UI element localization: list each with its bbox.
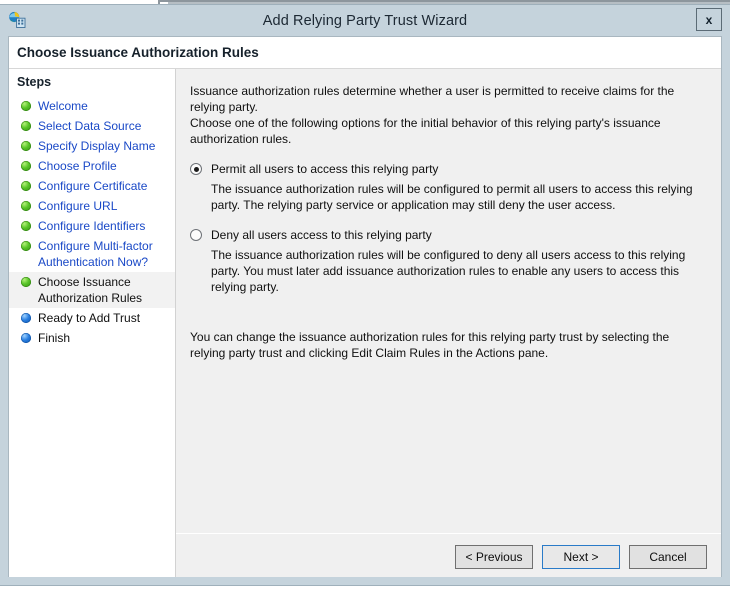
previous-button[interactable]: < Previous — [455, 545, 533, 569]
option-deny-all-label: Deny all users access to this relying pa… — [211, 228, 432, 242]
option-permit-all-label: Permit all users to access this relying … — [211, 162, 438, 176]
step-complete-icon — [21, 161, 31, 171]
intro-text-line-1: Issuance authorization rules determine w… — [190, 83, 705, 115]
sidebar-step-configure-certificate[interactable]: Configure Certificate — [9, 176, 175, 196]
sidebar-step-label: Choose Profile — [38, 158, 117, 174]
sidebar-step-choose-issuance-authorization-rules: Choose Issuance Authorization Rules — [9, 272, 175, 308]
sidebar-step-choose-profile[interactable]: Choose Profile — [9, 156, 175, 176]
sidebar-step-configure-identifiers[interactable]: Configure Identifiers — [9, 216, 175, 236]
add-relying-party-trust-wizard-dialog: Add Relying Party Trust Wizard x Choose … — [0, 4, 730, 586]
step-complete-icon — [21, 181, 31, 191]
sidebar-step-label: Select Data Source — [38, 118, 141, 134]
step-pending-icon — [21, 313, 31, 323]
option-deny-all-description: The issuance authorization rules will be… — [211, 247, 703, 295]
step-complete-icon — [21, 141, 31, 151]
window-title: Add Relying Party Trust Wizard — [0, 13, 730, 29]
dialog-bottom-chrome — [0, 577, 730, 585]
sidebar-step-label: Finish — [38, 330, 70, 346]
intro-text-line-2: Choose one of the following options for … — [190, 115, 705, 147]
step-complete-icon — [21, 277, 31, 287]
option-deny-all: Deny all users access to this relying pa… — [190, 228, 705, 295]
cancel-button[interactable]: Cancel — [629, 545, 707, 569]
title-bar[interactable]: Add Relying Party Trust Wizard x — [0, 5, 730, 36]
sidebar-step-label: Specify Display Name — [38, 138, 155, 154]
sidebar-step-label: Configure URL — [38, 198, 117, 214]
sidebar-step-specify-display-name[interactable]: Specify Display Name — [9, 136, 175, 156]
option-deny-all-row[interactable]: Deny all users access to this relying pa… — [190, 228, 705, 242]
sidebar-step-label: Choose Issuance Authorization Rules — [38, 274, 171, 306]
option-permit-all-row[interactable]: Permit all users to access this relying … — [190, 162, 705, 176]
next-button[interactable]: Next > — [542, 545, 620, 569]
step-complete-icon — [21, 121, 31, 131]
content-row: Steps Welcome Select Data Source Specify D… — [9, 69, 721, 579]
sidebar-step-welcome[interactable]: Welcome — [9, 96, 175, 116]
steps-sidebar: Steps Welcome Select Data Source Specify D… — [9, 69, 176, 579]
steps-heading: Steps — [9, 75, 175, 96]
adfs-relying-party-icon — [8, 11, 26, 29]
sidebar-step-ready-to-add-trust[interactable]: Ready to Add Trust — [9, 308, 175, 328]
main-pane: Issuance authorization rules determine w… — [176, 69, 721, 579]
step-complete-icon — [21, 241, 31, 251]
sidebar-step-select-data-source[interactable]: Select Data Source — [9, 116, 175, 136]
sidebar-step-label: Configure Identifiers — [38, 218, 145, 234]
sidebar-step-label: Ready to Add Trust — [38, 310, 140, 326]
sidebar-step-configure-url[interactable]: Configure URL — [9, 196, 175, 216]
option-permit-all-description: The issuance authorization rules will be… — [211, 181, 703, 213]
page-header: Choose Issuance Authorization Rules — [9, 37, 721, 69]
step-complete-icon — [21, 221, 31, 231]
dialog-button-bar: < Previous Next > Cancel — [176, 533, 721, 579]
sidebar-step-label: Configure Certificate — [38, 178, 147, 194]
close-icon[interactable]: x — [696, 8, 722, 31]
main-content: Issuance authorization rules determine w… — [176, 69, 721, 533]
sidebar-step-configure-multi-factor-authentication-now[interactable]: Configure Multi-factor Authentication No… — [9, 236, 175, 272]
steps-list: Welcome Select Data Source Specify Display… — [9, 96, 175, 348]
step-complete-icon — [21, 201, 31, 211]
radio-permit-all-users[interactable] — [190, 163, 202, 175]
page-title: Choose Issuance Authorization Rules — [17, 45, 259, 60]
footnote-text: You can change the issuance authorizatio… — [190, 329, 698, 361]
sidebar-step-label: Configure Multi-factor Authentication No… — [38, 238, 171, 270]
option-permit-all: Permit all users to access this relying … — [190, 162, 705, 213]
step-complete-icon — [21, 101, 31, 111]
sidebar-step-label: Welcome — [38, 98, 88, 114]
radio-deny-all-users[interactable] — [190, 229, 202, 241]
sidebar-step-finish[interactable]: Finish — [9, 328, 175, 348]
dialog-content-sheet: Choose Issuance Authorization Rules Step… — [8, 36, 722, 579]
step-pending-icon — [21, 333, 31, 343]
